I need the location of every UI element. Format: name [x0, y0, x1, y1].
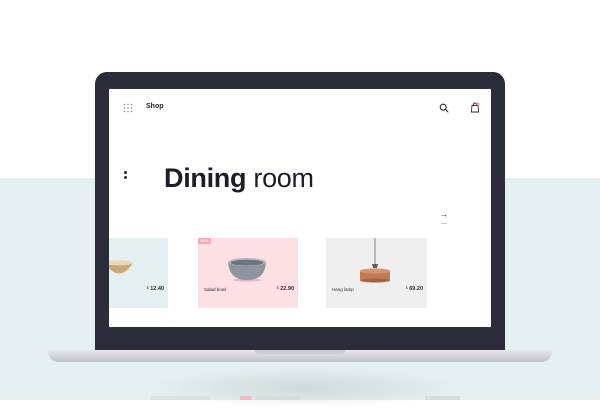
- laptop-shadow: [150, 368, 460, 408]
- pager-dots[interactable]: [124, 171, 128, 181]
- pager-dot[interactable]: [124, 176, 127, 179]
- product-name: Hang lamp: [332, 287, 354, 292]
- product-price: $ 12.40: [146, 286, 164, 292]
- grid-icon[interactable]: [123, 103, 133, 113]
- product-price: $ 69.20: [405, 286, 423, 292]
- reflection-strip: [240, 396, 252, 400]
- search-icon[interactable]: [439, 103, 449, 113]
- hero-heading-bold: Dining: [164, 163, 247, 193]
- reflection-strip: [425, 396, 460, 400]
- next-arrow-underline: [441, 223, 447, 224]
- reflection-strip: [255, 396, 300, 400]
- laptop-base-notch: [255, 350, 345, 354]
- pager-dot[interactable]: [124, 171, 127, 174]
- wooden-bowl-image: [109, 260, 133, 274]
- new-badge: NEW: [198, 238, 211, 244]
- page-title-shop[interactable]: Shop: [146, 103, 164, 110]
- reflection-strip: [150, 396, 210, 400]
- product-card[interactable]: $ 12.40: [109, 238, 168, 308]
- next-arrow-icon[interactable]: →: [440, 211, 448, 219]
- hang-lamp-image: [360, 238, 390, 283]
- hero-heading-light: room: [253, 163, 314, 193]
- hero-heading: Dining room: [164, 163, 314, 194]
- shop-screen: Shop Dining room → $ 12.40 NEW Salad bow…: [109, 89, 491, 327]
- product-name: Salad bowl: [204, 287, 227, 292]
- product-price: $ 22.90: [276, 286, 294, 292]
- product-card[interactable]: Hang lamp $ 69.20: [326, 238, 427, 308]
- product-card[interactable]: NEW Salad bowl $ 22.90: [198, 238, 298, 308]
- salad-bowl-image: [228, 258, 266, 282]
- shopping-bag-icon[interactable]: [470, 102, 480, 113]
